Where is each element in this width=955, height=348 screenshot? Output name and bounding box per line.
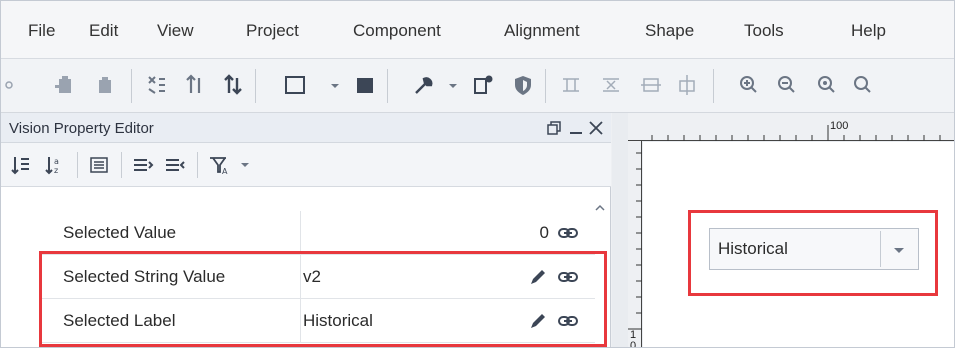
- filter-dropdown-icon[interactable]: [233, 153, 257, 177]
- property-editor-panel: Vision Property Editor az A Selected Val…: [1, 113, 611, 347]
- ruler-left-ticks: [628, 152, 642, 330]
- fill-square-icon[interactable]: [351, 71, 379, 99]
- restore-icon[interactable]: [545, 119, 563, 137]
- property-number-value[interactable]: 0: [540, 223, 549, 243]
- list-icon[interactable]: [87, 153, 111, 177]
- dropdown-selected-text: Historical: [718, 239, 788, 258]
- wrench-icon[interactable]: [409, 71, 437, 99]
- panel-toolbar-separator: [121, 152, 122, 178]
- zoom-in-icon[interactable]: [735, 71, 763, 99]
- menu-file[interactable]: File: [28, 21, 55, 41]
- paste-icon[interactable]: [1, 71, 29, 99]
- rectangle-icon[interactable]: [281, 71, 309, 99]
- toolbar-separator: [545, 69, 546, 103]
- dropdown-component[interactable]: Historical: [709, 228, 919, 270]
- toolbar-separator: [387, 69, 388, 103]
- align-middle-icon[interactable]: [673, 71, 701, 99]
- menu-edit[interactable]: Edit: [89, 21, 118, 41]
- property-row-selected-string-value[interactable]: Selected String Value v2: [39, 255, 595, 299]
- menu-tools[interactable]: Tools: [744, 21, 784, 41]
- menu-bar: File Edit View Project Component Alignme…: [1, 1, 954, 59]
- panel-title: Vision Property Editor: [9, 120, 154, 137]
- pencil-icon[interactable]: [527, 267, 549, 287]
- toolbar-separator: [131, 69, 132, 103]
- property-name: Selected Label: [63, 311, 176, 330]
- ruler-left-label: 0: [630, 340, 637, 348]
- chevron-down-icon[interactable]: [890, 241, 908, 259]
- ruler-top: 100: [628, 113, 954, 141]
- sort-icon[interactable]: [181, 71, 209, 99]
- ruler-top-ticks: [651, 125, 941, 141]
- align-center-icon[interactable]: [637, 71, 665, 99]
- property-name: Selected String Value: [63, 267, 226, 286]
- panel-titlebar: Vision Property Editor: [1, 113, 611, 143]
- property-name-cell: Selected String Value: [39, 255, 301, 298]
- zoom-reset-icon[interactable]: [849, 71, 877, 99]
- property-name: Selected Value: [63, 223, 177, 242]
- sort-alpha-icon[interactable]: az: [43, 153, 67, 177]
- zoom-fit-icon[interactable]: [813, 71, 841, 99]
- menu-help[interactable]: Help: [851, 21, 886, 41]
- align-icon[interactable]: [557, 71, 585, 99]
- menu-component[interactable]: Component: [353, 21, 441, 41]
- property-value[interactable]: Historical: [303, 311, 373, 331]
- designer-window: File Edit View Project Component Alignme…: [0, 0, 955, 348]
- zoom-out-icon[interactable]: [773, 71, 801, 99]
- script-icon[interactable]: [469, 71, 497, 99]
- property-name-cell: Selected Value: [39, 211, 301, 254]
- panel-toolbar-separator: [77, 152, 78, 178]
- menu-shape[interactable]: Shape: [645, 21, 694, 41]
- property-row-selected-label[interactable]: Selected Label Historical: [39, 299, 595, 343]
- expand-all-icon[interactable]: [131, 153, 155, 177]
- clipboard-empty-icon[interactable]: [91, 71, 119, 99]
- close-icon[interactable]: [587, 119, 605, 137]
- menu-alignment[interactable]: Alignment: [504, 21, 580, 41]
- ruler-top-label: 100: [830, 120, 849, 132]
- toolbar-separator: [255, 69, 256, 103]
- pencil-icon[interactable]: [527, 311, 549, 331]
- main-toolbar: [1, 59, 954, 113]
- distribute-icon[interactable]: [597, 71, 625, 99]
- svg-text:A: A: [222, 167, 228, 176]
- panel-toolbar: az A: [1, 143, 611, 187]
- minimize-icon[interactable]: [567, 119, 585, 137]
- property-gutter: [1, 187, 39, 347]
- ruler-left: 1 0: [628, 141, 642, 348]
- scroll-up-icon[interactable]: [593, 201, 607, 215]
- dropdown-icon[interactable]: [439, 71, 467, 99]
- panel-toolbar-separator: [197, 152, 198, 178]
- sort-ascending-icon[interactable]: [9, 153, 33, 177]
- dropdown-divider: [880, 231, 881, 267]
- menu-project[interactable]: Project: [246, 21, 299, 41]
- group-icon[interactable]: [143, 71, 171, 99]
- dropdown-icon[interactable]: [321, 71, 349, 99]
- clipboard-icon[interactable]: [51, 71, 79, 99]
- property-name-cell: Selected Label: [39, 299, 301, 342]
- shield-icon[interactable]: [509, 71, 537, 99]
- sort-active-icon[interactable]: [219, 71, 247, 99]
- binding-link-icon[interactable]: [557, 311, 579, 331]
- binding-link-icon[interactable]: [557, 223, 579, 243]
- filter-icon[interactable]: A: [207, 153, 231, 177]
- svg-text:z: z: [54, 166, 58, 175]
- collapse-all-icon[interactable]: [163, 153, 187, 177]
- binding-link-icon[interactable]: [557, 267, 579, 287]
- menu-view[interactable]: View: [157, 21, 194, 41]
- svg-text:a: a: [54, 157, 59, 166]
- property-value[interactable]: v2: [303, 267, 321, 287]
- toolbar-separator: [713, 69, 714, 103]
- property-row-selected-value[interactable]: Selected Value 0: [39, 211, 595, 255]
